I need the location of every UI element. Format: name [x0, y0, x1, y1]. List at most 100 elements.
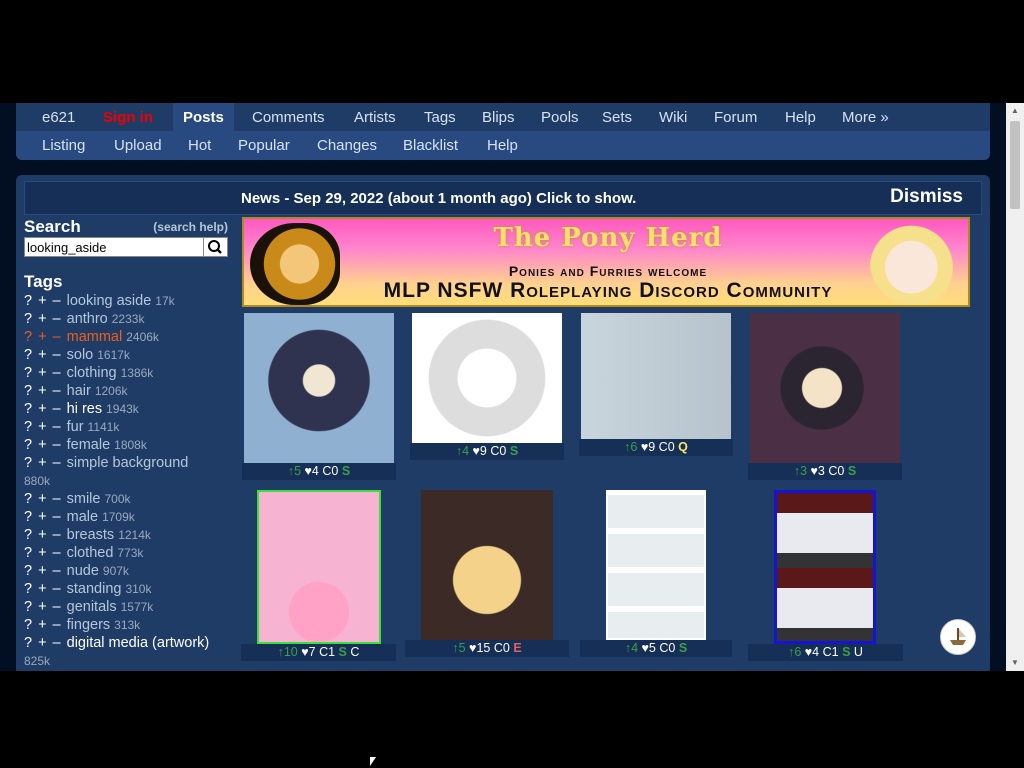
tag-add-link[interactable]: +	[38, 400, 46, 418]
tag-exclude-link[interactable]: –	[53, 544, 61, 562]
nav-tags[interactable]: Tags	[414, 103, 466, 131]
nav-pools[interactable]: Pools	[531, 103, 589, 131]
tag-name[interactable]: breasts	[67, 527, 115, 543]
tag-add-link[interactable]: +	[38, 634, 46, 652]
post-thumbnail[interactable]: ↑5 ♥15 C0 E	[405, 490, 569, 657]
tag-exclude-link[interactable]: –	[53, 580, 61, 598]
tag-exclude-link[interactable]: –	[53, 328, 61, 346]
floating-action-button[interactable]	[940, 619, 976, 655]
thumbnail-image[interactable]	[257, 490, 381, 644]
tag-wiki-link[interactable]: ?	[24, 598, 32, 616]
thumbnail-image[interactable]	[581, 313, 731, 439]
thumbnail-image[interactable]	[750, 313, 900, 463]
tag-add-link[interactable]: +	[38, 418, 46, 436]
nav-wiki[interactable]: Wiki	[649, 103, 697, 131]
nav-posts[interactable]: Posts	[173, 103, 234, 131]
tag-exclude-link[interactable]: –	[53, 526, 61, 544]
tag-name[interactable]: solo	[67, 347, 94, 363]
search-button[interactable]	[203, 237, 228, 257]
tag-add-link[interactable]: +	[38, 346, 46, 364]
tag-exclude-link[interactable]: –	[53, 310, 61, 328]
tag-wiki-link[interactable]: ?	[24, 508, 32, 526]
tag-add-link[interactable]: +	[38, 616, 46, 634]
search-help-link[interactable]: (search help)	[153, 220, 228, 234]
nav-forum[interactable]: Forum	[704, 103, 767, 131]
tag-wiki-link[interactable]: ?	[24, 526, 32, 544]
subnav-hot[interactable]: Hot	[188, 131, 211, 160]
tag-exclude-link[interactable]: –	[53, 616, 61, 634]
nav-sign-in[interactable]: Sign in	[93, 103, 163, 131]
tag-name[interactable]: simple background	[67, 455, 189, 471]
tag-name[interactable]: anthro	[67, 311, 108, 327]
tag-wiki-link[interactable]: ?	[24, 400, 32, 418]
scroll-up-icon[interactable]: ▲	[1006, 103, 1024, 119]
subnav-popular[interactable]: Popular	[238, 131, 290, 160]
tag-exclude-link[interactable]: –	[53, 364, 61, 382]
tag-wiki-link[interactable]: ?	[24, 418, 32, 436]
tag-name[interactable]: mammal	[67, 329, 123, 345]
tag-name[interactable]: hair	[67, 383, 91, 399]
scroll-down-icon[interactable]: ▼	[1006, 655, 1024, 671]
thumbnail-image[interactable]	[774, 490, 876, 644]
tag-name[interactable]: looking aside	[67, 293, 152, 309]
tag-wiki-link[interactable]: ?	[24, 580, 32, 598]
tag-name[interactable]: smile	[67, 491, 101, 507]
tag-wiki-link[interactable]: ?	[24, 544, 32, 562]
tag-wiki-link[interactable]: ?	[24, 346, 32, 364]
tag-name[interactable]: clothing	[67, 365, 117, 381]
nav-blips[interactable]: Blips	[472, 103, 525, 131]
tag-name[interactable]: genitals	[67, 599, 117, 615]
tag-exclude-link[interactable]: –	[53, 292, 61, 310]
post-thumbnail[interactable]: ↑6 ♥4 C1 S U	[748, 490, 903, 661]
tag-add-link[interactable]: +	[38, 328, 46, 346]
tag-name[interactable]: standing	[67, 581, 122, 597]
thumbnail-image[interactable]	[412, 313, 562, 443]
tag-wiki-link[interactable]: ?	[24, 562, 32, 580]
nav-e621[interactable]: e621	[32, 103, 85, 131]
tag-add-link[interactable]: +	[38, 598, 46, 616]
tag-add-link[interactable]: +	[38, 526, 46, 544]
nav-help[interactable]: Help	[775, 103, 826, 131]
tag-add-link[interactable]: +	[38, 544, 46, 562]
nav-comments[interactable]: Comments	[242, 103, 335, 131]
nav-sets[interactable]: Sets	[592, 103, 642, 131]
tag-exclude-link[interactable]: –	[53, 454, 61, 472]
tag-wiki-link[interactable]: ?	[24, 490, 32, 508]
tag-exclude-link[interactable]: –	[53, 418, 61, 436]
news-bar[interactable]: News - Sep 29, 2022 (about 1 month ago) …	[24, 181, 982, 215]
tag-name[interactable]: fur	[67, 419, 84, 435]
post-thumbnail[interactable]: ↑3 ♥3 C0 S	[748, 313, 902, 480]
tag-add-link[interactable]: +	[38, 454, 46, 472]
tag-add-link[interactable]: +	[38, 508, 46, 526]
tag-name[interactable]: hi res	[67, 401, 102, 417]
nav-artists[interactable]: Artists	[344, 103, 406, 131]
search-input[interactable]	[25, 238, 201, 256]
tag-name[interactable]: nude	[67, 563, 99, 579]
post-thumbnail[interactable]: ↑6 ♥9 C0 Q	[579, 313, 733, 456]
subnav-listing[interactable]: Listing	[42, 131, 85, 160]
tag-wiki-link[interactable]: ?	[24, 454, 32, 472]
tag-exclude-link[interactable]: –	[53, 562, 61, 580]
tag-wiki-link[interactable]: ?	[24, 364, 32, 382]
subnav-blacklist[interactable]: Blacklist	[403, 131, 458, 160]
tag-exclude-link[interactable]: –	[53, 346, 61, 364]
tag-name[interactable]: female	[67, 437, 111, 453]
tag-name[interactable]: fingers	[67, 617, 111, 633]
news-dismiss-button[interactable]: Dismiss	[890, 182, 963, 212]
vertical-scrollbar[interactable]: ▲ ▼	[1006, 103, 1024, 671]
tag-wiki-link[interactable]: ?	[24, 328, 32, 346]
tag-exclude-link[interactable]: –	[53, 598, 61, 616]
tag-name[interactable]: digital media (artwork)	[67, 635, 210, 651]
post-thumbnail[interactable]: ↑4 ♥5 C0 S	[580, 490, 732, 657]
post-thumbnail[interactable]: ↑5 ♥4 C0 S	[242, 313, 396, 480]
thumbnail-image[interactable]	[244, 313, 394, 463]
tag-wiki-link[interactable]: ?	[24, 310, 32, 328]
tag-add-link[interactable]: +	[38, 364, 46, 382]
tag-exclude-link[interactable]: –	[53, 400, 61, 418]
post-thumbnail[interactable]: ↑4 ♥9 C0 S	[410, 313, 564, 460]
tag-name[interactable]: male	[67, 509, 98, 525]
banner-ad[interactable]: The Pony Herd Ponies and Furries welcome…	[242, 217, 970, 307]
tag-wiki-link[interactable]: ?	[24, 634, 32, 652]
tag-add-link[interactable]: +	[38, 436, 46, 454]
tag-add-link[interactable]: +	[38, 292, 46, 310]
